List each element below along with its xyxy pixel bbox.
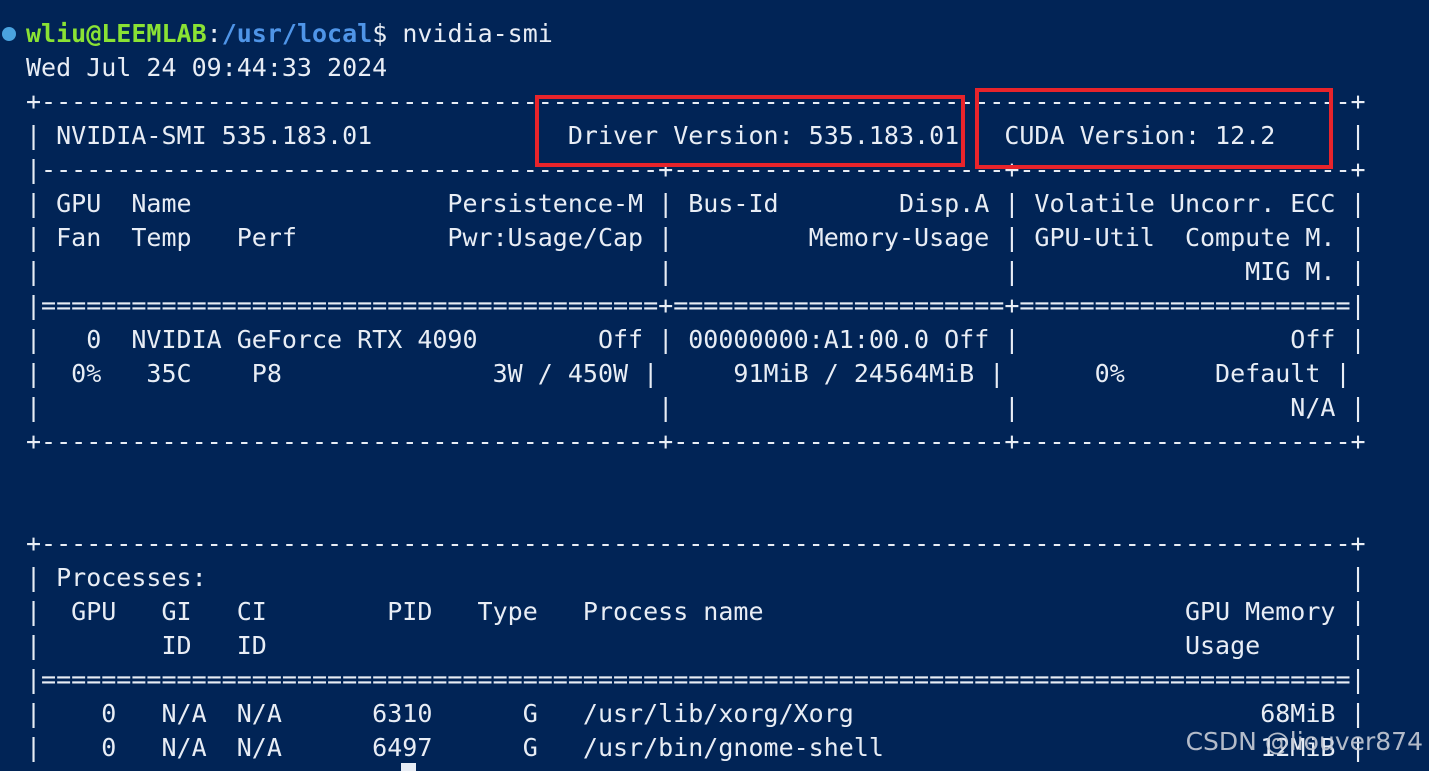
prompt-symbol: $ <box>372 19 388 48</box>
cuda-version-highlight-box <box>975 88 1333 169</box>
smi-output-line: | GPU Name Persistence-M | Bus-Id Disp.A… <box>26 189 1366 218</box>
smi-output-line: | Fan Temp Perf Pwr:Usage/Cap | Memory-U… <box>26 223 1366 252</box>
smi-output-line: | GPU GI CI PID Type Process name GPU Me… <box>26 597 1366 626</box>
driver-version-highlight-box <box>535 95 965 167</box>
smi-output-line: +---------------------------------------… <box>26 427 1366 456</box>
smi-output-line: |=======================================… <box>26 665 1366 694</box>
terminal-window[interactable]: wliu@LEEMLAB:/usr/local$ nvidia-smi Wed … <box>0 0 1429 771</box>
smi-output-line: | 0 N/A N/A 6310 G /usr/lib/xorg/Xorg 68… <box>26 699 1366 728</box>
prompt-line: wliu@LEEMLAB:/usr/local$ nvidia-smi <box>26 17 553 51</box>
smi-output-line: | 0 NVIDIA GeForce RTX 4090 Off | 000000… <box>26 325 1366 354</box>
terminal-cursor <box>401 763 416 771</box>
prompt-separator: : <box>206 19 222 48</box>
smi-output-line: | | | MIG M. | <box>26 257 1366 286</box>
timestamp-line: Wed Jul 24 09:44:33 2024 <box>26 53 388 82</box>
smi-output-line: +---------------------------------------… <box>26 765 1366 771</box>
smi-output-line: | ID ID Usage | <box>26 631 1366 660</box>
prompt-user-host: wliu@LEEMLAB <box>26 19 207 48</box>
prompt-command: nvidia-smi <box>387 19 553 48</box>
prompt-path: /usr/local <box>221 19 373 48</box>
prompt-indicator-dot <box>2 27 16 41</box>
smi-output-line: | Processes: | <box>26 563 1366 592</box>
smi-output-line: |=======================================… <box>26 291 1366 320</box>
smi-output-line: | 0% 35C P8 3W / 450W | 91MiB / 24564MiB… <box>26 359 1351 388</box>
smi-output-line: | 0 N/A N/A 6497 G /usr/bin/gnome-shell … <box>26 733 1366 762</box>
smi-output-line: +---------------------------------------… <box>26 529 1366 558</box>
smi-output-line: | | | N/A | <box>26 393 1366 422</box>
watermark: CSDN @liouver874 <box>1185 727 1423 756</box>
